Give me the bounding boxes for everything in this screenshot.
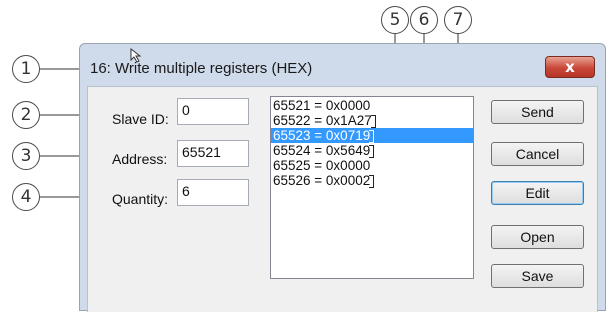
edit-button[interactable]: Edit	[491, 181, 584, 205]
callout-1: 1	[12, 55, 40, 83]
register-list-item[interactable]: 65526 = 0x0002	[271, 173, 473, 188]
quantity-label: Quantity:	[112, 191, 169, 207]
callout-5: 5	[381, 6, 409, 34]
close-icon: x	[565, 58, 575, 76]
register-list-item[interactable]: 65525 = 0x0000	[271, 158, 473, 173]
register-list-item-selected[interactable]: 65523 = 0x0719	[271, 128, 473, 143]
open-button[interactable]: Open	[491, 225, 584, 249]
quantity-input[interactable]: 6	[177, 179, 249, 206]
callout-2: 2	[12, 101, 40, 129]
close-button[interactable]: x	[545, 56, 595, 78]
mouse-pointer-icon	[130, 48, 142, 63]
register-list-item[interactable]: 65522 = 0x1A27	[271, 113, 473, 128]
register-list-item[interactable]: 65524 = 0x5649	[271, 143, 473, 158]
slave-id-input[interactable]: 0	[177, 98, 249, 125]
callout-7: 7	[444, 6, 472, 34]
save-button[interactable]: Save	[491, 264, 584, 288]
callout-3: 3	[12, 142, 40, 170]
dialog-title: 16: Write multiple registers (HEX)	[90, 60, 313, 77]
slave-id-label: Slave ID:	[112, 111, 169, 127]
register-list-item[interactable]: 65521 = 0x0000	[271, 98, 473, 113]
cancel-button[interactable]: Cancel	[491, 142, 584, 166]
send-button[interactable]: Send	[491, 100, 584, 124]
address-label: Address:	[112, 151, 168, 167]
write-registers-dialog: 16: Write multiple registers (HEX) x Sla…	[79, 43, 606, 312]
callout-4: 4	[12, 183, 40, 211]
dialog-client-area: Slave ID: 0 Address: 65521 Quantity: 6 6…	[87, 86, 598, 312]
register-list[interactable]: 65521 = 0x0000 65522 = 0x1A27 65523 = 0x…	[270, 96, 474, 279]
callout-6: 6	[410, 6, 438, 34]
address-input[interactable]: 65521	[177, 140, 249, 167]
